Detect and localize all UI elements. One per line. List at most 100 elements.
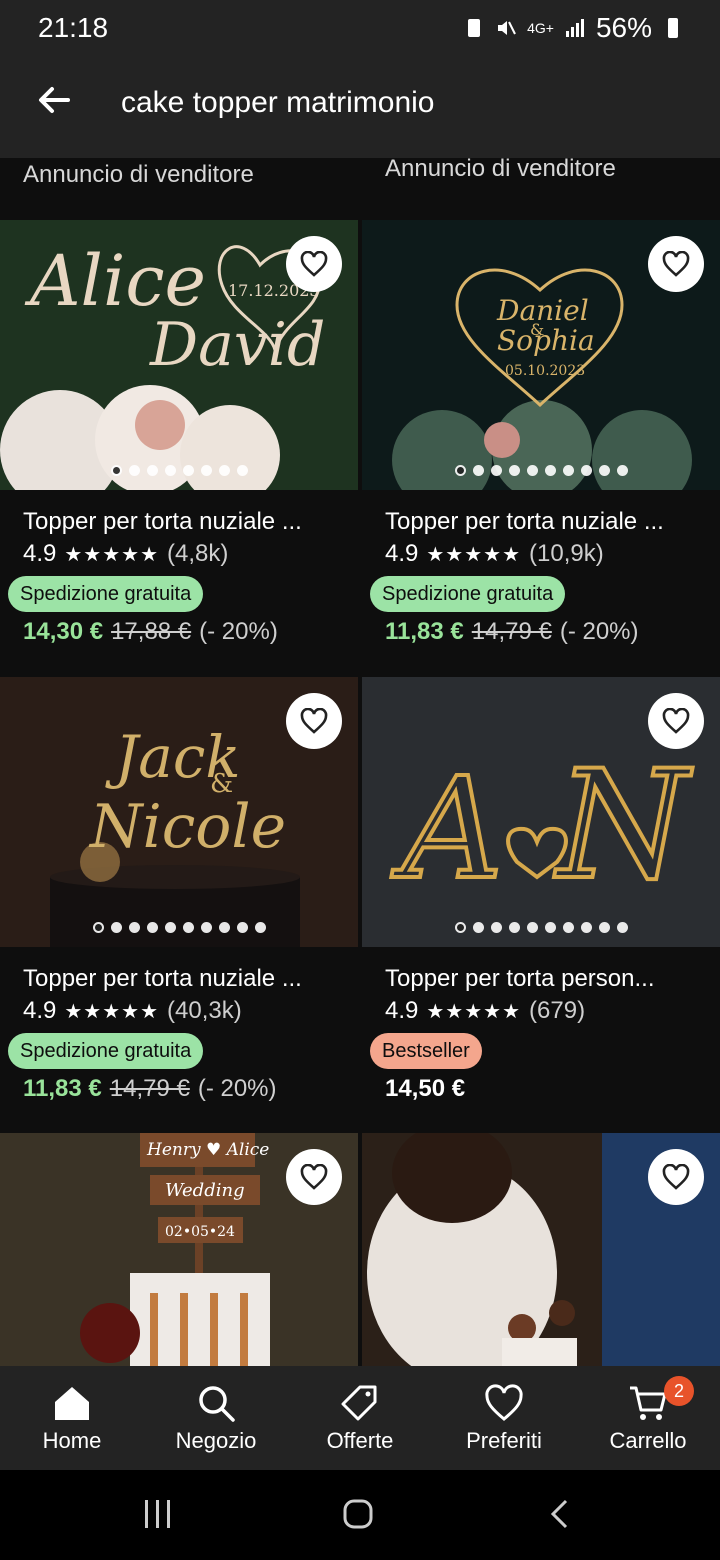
product-title[interactable]: Topper per torta nuziale ... [23,965,302,993]
bottom-navigation: Home Negozio Offerte Preferiti 2 Carrell… [0,1366,720,1470]
nav-favorites[interactable]: Preferiti [432,1366,576,1470]
mute-icon [498,21,516,35]
image-text: N [554,739,693,913]
cart-icon [630,1386,667,1420]
product-price: 11,83 € 14,79 € (- 20%) [385,618,639,646]
image-text: A [391,748,503,911]
heart-icon [300,1164,328,1190]
back-chevron-icon [550,1499,568,1529]
nav-label: Preferiti [466,1428,542,1453]
star-icons: ★★★★★ [426,543,522,566]
product-price: 14,50 € [385,1075,465,1103]
back-arrow-icon[interactable] [34,80,74,120]
image-carousel-dots [362,922,720,933]
heart-icon [300,708,328,734]
system-navigation-bar [0,1470,720,1560]
signal-icon [565,19,584,37]
image-carousel-dots [362,465,720,476]
product-rating: 4.9 ★★★★★ (40,3k) [23,997,242,1025]
heart-icon [300,251,328,277]
product-title[interactable]: Topper per torta person... [385,965,654,993]
image-carousel-dots [0,465,358,476]
product-title[interactable]: Topper per torta nuziale ... [23,508,302,536]
search-query[interactable]: cake topper matrimonio [121,86,434,120]
original-price: 14,79 € [109,1075,190,1102]
tag-icon [341,1385,377,1421]
free-shipping-badge: Spedizione gratuita [370,576,566,612]
discount: (- 20%) [559,618,639,645]
image-carousel-dots [0,922,358,933]
discount: (- 20%) [197,1075,277,1102]
sale-price: 11,83 € [23,1075,102,1102]
heart-icon [662,1164,690,1190]
free-shipping-badge: Spedizione gratuita [8,1033,204,1069]
image-text: Henry ♥ Alice [146,1140,269,1160]
nav-label: Negozio [175,1428,257,1453]
review-count: (4,8k) [167,540,229,567]
battery-saver-icon [468,19,481,37]
rating-value: 4.9 [385,997,419,1024]
nav-cart[interactable]: 2 Carrello [576,1366,720,1470]
battery-percent: 56% [595,12,652,43]
status-time: 21:18 [38,12,109,43]
battery-icon [668,18,678,38]
search-icon [199,1386,235,1422]
nav-offers[interactable]: Offerte [288,1366,432,1470]
bestseller-badge: Bestseller [370,1033,482,1069]
heart-icon [662,251,690,277]
network-type: 4G+ [527,20,554,36]
favorite-button[interactable] [286,693,342,749]
heart-icon [662,708,690,734]
favorite-button[interactable] [286,236,342,292]
home-circle-icon [343,1499,373,1529]
image-text: Nicole [88,792,286,862]
image-text: Sophia [497,324,595,357]
review-count: (679) [529,997,586,1024]
product-card[interactable] [362,1133,720,1366]
nav-label: Home [42,1428,102,1453]
discount: (- 20%) [199,618,278,645]
product-price: 11,83 € 14,79 € (- 20%) [23,1075,277,1103]
original-price: 14,79 € [471,618,552,645]
recent-apps-button[interactable] [143,1498,173,1535]
rating-value: 4.9 [23,997,57,1024]
image-text: Wedding [165,1180,245,1201]
home-button[interactable] [342,1498,374,1535]
free-shipping-badge: Spedizione gratuita [8,576,204,612]
nav-home[interactable]: Home [0,1366,144,1470]
product-price: 14,30 € 17,88 € (- 20%) [23,618,278,646]
nav-label: Offerte [326,1428,394,1453]
sale-price: 14,30 € [23,618,104,645]
heart-icon [485,1384,523,1421]
image-text: David [149,310,325,380]
original-price: 17,88 € [111,618,192,645]
cart-count-badge: 2 [664,1376,694,1406]
search-bar: cake topper matrimonio [0,56,720,158]
product-rating: 4.9 ★★★★★ (10,9k) [385,540,604,568]
star-icons: ★★★★★ [64,1000,160,1023]
nav-shop[interactable]: Negozio [144,1366,288,1470]
review-count: (40,3k) [167,997,242,1024]
recent-apps-icon [145,1500,170,1528]
sale-price: 11,83 € [385,618,464,645]
product-rating: 4.9 ★★★★★ (679) [385,997,585,1025]
favorite-button[interactable] [648,693,704,749]
favorite-button[interactable] [286,1149,342,1205]
star-icons: ★★★★★ [64,543,160,566]
product-title[interactable]: Topper per torta nuziale ... [385,508,664,536]
product-card[interactable]: Henry ♥ Alice Wedding 02•05•24 [0,1133,358,1366]
favorite-button[interactable] [648,1149,704,1205]
sponsored-label: Annuncio di venditore [23,161,254,188]
nav-label: Carrello [609,1428,687,1453]
review-count: (10,9k) [529,540,604,567]
price: 14,50 € [385,1075,466,1102]
status-icons: 4G+ 56% [463,12,684,44]
status-bar: 21:18 4G+ 56% [0,0,720,56]
star-icons: ★★★★★ [426,1000,522,1023]
image-text: 02•05•24 [165,1224,235,1240]
image-text: 05.10.2023 [505,363,585,379]
home-icon [55,1387,89,1420]
sponsored-label: Annuncio di venditore [385,155,616,182]
favorite-button[interactable] [648,236,704,292]
back-button[interactable] [548,1498,572,1535]
